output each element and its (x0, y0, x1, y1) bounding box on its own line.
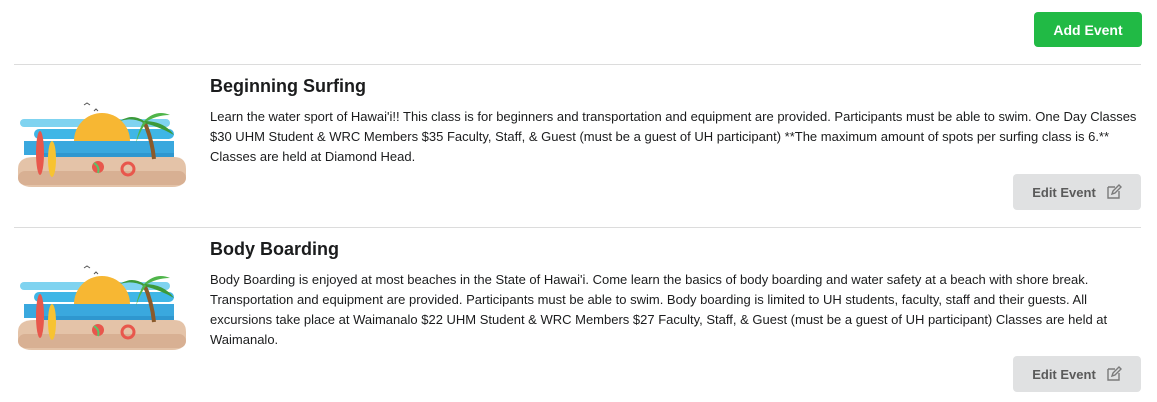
event-title: Beginning Surfing (210, 76, 366, 96)
beach-illustration (18, 102, 186, 187)
edit-event-button[interactable]: Edit Event (1013, 174, 1141, 210)
edit-event-label: Edit Event (1032, 366, 1096, 382)
event-item: Beginning Surfing Learn the water sport … (0, 65, 1157, 227)
event-item: Body Boarding Body Boarding is enjoyed a… (0, 228, 1157, 402)
event-title: Body Boarding (210, 239, 339, 259)
add-event-button[interactable]: Add Event (1034, 12, 1142, 47)
beach-illustration (18, 265, 186, 350)
events-page: Add Event Beginning Surfing Learn the wa… (0, 0, 1157, 402)
event-description: Body Boarding is enjoyed at most beaches… (210, 272, 1108, 347)
edit-event-button[interactable]: Edit Event (1013, 356, 1141, 392)
edit-icon (1107, 184, 1122, 199)
edit-icon (1107, 366, 1122, 381)
event-description: Learn the water sport of Hawai'i!! This … (210, 109, 1137, 164)
edit-event-label: Edit Event (1032, 184, 1096, 200)
